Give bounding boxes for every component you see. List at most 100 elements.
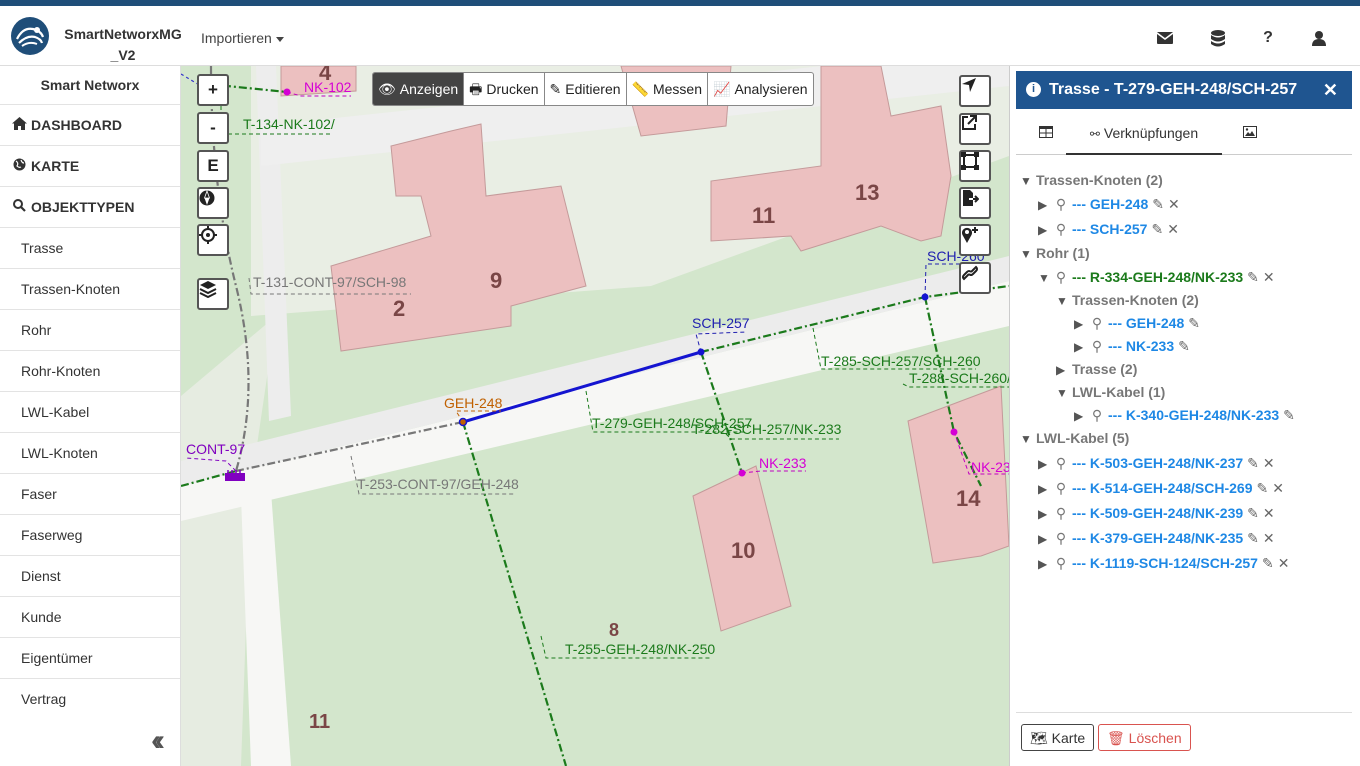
tree-item[interactable]: ▶ ⚲ --- K-509-GEH-248/NK-239 ✎ ✕: [1038, 502, 1275, 524]
export-file-button[interactable]: [959, 187, 991, 219]
pencil-icon[interactable]: ✎: [1262, 555, 1274, 571]
map-node-nk23x[interactable]: [950, 428, 958, 436]
tree-item[interactable]: ▶ ⚲ --- K-1119-SCH-124/SCH-257 ✎ ✕: [1038, 552, 1289, 574]
tree-item[interactable]: ▼ ⚲ --- R-334-GEH-248/NK-233 ✎ ✕: [1038, 266, 1275, 288]
sidebar-item-faser[interactable]: Faser: [0, 474, 180, 515]
double-chevron-left-icon[interactable]: ‹‹: [151, 724, 165, 758]
user-icon[interactable]: [1309, 28, 1329, 48]
close-icon[interactable]: ✕: [1263, 530, 1275, 546]
close-icon[interactable]: ✕: [1263, 269, 1275, 285]
select-area-button[interactable]: [959, 150, 991, 182]
sidebar-item-dashboard[interactable]: DASHBOARD: [0, 105, 180, 146]
sidebar-item-dienst[interactable]: Dienst: [0, 556, 180, 597]
map-canvas[interactable]: 4 13 11 9 2 14 10 8 11 NK-102 T-134-NK-1…: [181, 66, 1009, 766]
zoom-in-button[interactable]: +: [197, 74, 229, 106]
tree-group-lwl-kabel[interactable]: ▼ LWL-Kabel (5): [1020, 427, 1129, 449]
tab-table[interactable]: [1026, 114, 1066, 153]
tree-item-link[interactable]: --- K-503-GEH-248/NK-237: [1072, 455, 1243, 471]
sidebar-item-rohr[interactable]: Rohr: [0, 310, 180, 351]
tab-verknuepfungen[interactable]: ⚯ Verknüpfungen: [1066, 114, 1222, 155]
tree-item-link[interactable]: --- K-1119-SCH-124/SCH-257: [1072, 555, 1258, 571]
caret-right-icon[interactable]: ▶: [1074, 405, 1090, 427]
tree-group-rohr[interactable]: ▼ Rohr (1): [1020, 242, 1090, 264]
close-icon[interactable]: ✕: [1167, 221, 1179, 237]
caret-right-icon[interactable]: ▶: [1038, 194, 1054, 216]
caret-down-icon[interactable]: ▼: [1020, 170, 1036, 192]
pencil-icon[interactable]: ✎: [1257, 480, 1269, 496]
caret-right-icon[interactable]: ▶: [1038, 528, 1054, 550]
tree-item-link[interactable]: --- SCH-257: [1072, 221, 1147, 237]
layers-button[interactable]: [197, 278, 229, 310]
envelope-icon[interactable]: [1155, 28, 1175, 48]
import-dropdown[interactable]: Importieren: [201, 30, 284, 46]
tree-item-link[interactable]: --- K-340-GEH-248/NK-233: [1108, 407, 1279, 423]
edit-mode-button[interactable]: E: [197, 150, 229, 182]
brand-logo[interactable]: [11, 17, 49, 55]
toolbar-editieren[interactable]: ✎ Editieren: [545, 73, 627, 105]
close-icon[interactable]: ✕: [1278, 555, 1290, 571]
external-link-button[interactable]: [959, 113, 991, 145]
toolbar-analysieren[interactable]: 📈 Analysieren: [708, 73, 813, 105]
brand-name[interactable]: SmartNetworxMG _V2: [53, 24, 193, 66]
pencil-icon[interactable]: ✎: [1247, 530, 1259, 546]
toolbar-messen[interactable]: 📏 Messen: [627, 73, 708, 105]
tree-item-link[interactable]: --- GEH-248: [1108, 315, 1184, 331]
tree-item-link[interactable]: --- K-379-GEH-248/NK-235: [1072, 530, 1243, 546]
map-node-sch257[interactable]: [697, 348, 705, 356]
show-on-map-button[interactable]: 🗺 Karte: [1021, 724, 1095, 751]
tree-item[interactable]: ▶ ⚲ --- K-514-GEH-248/SCH-269 ✎ ✕: [1038, 477, 1284, 499]
tree-item[interactable]: ▶ ⚲ --- GEH-248 ✎ ✕: [1038, 193, 1180, 215]
close-icon[interactable]: ✕: [1263, 455, 1275, 471]
caret-down-icon[interactable]: ▼: [1038, 267, 1054, 289]
sidebar-item-lwl-knoten[interactable]: LWL-Knoten: [0, 433, 180, 474]
caret-right-icon[interactable]: ▶: [1038, 503, 1054, 525]
delete-button[interactable]: 🗑 Löschen: [1098, 724, 1191, 751]
close-icon[interactable]: ✕: [1272, 480, 1284, 496]
navigate-button[interactable]: [959, 75, 991, 107]
pencil-icon[interactable]: ✎: [1247, 455, 1259, 471]
close-icon[interactable]: ✕: [1323, 71, 1338, 109]
map-node-nk233[interactable]: [738, 469, 746, 477]
locate-button[interactable]: [197, 224, 229, 256]
caret-down-icon[interactable]: ▼: [1020, 243, 1036, 265]
caret-right-icon[interactable]: ▶: [1038, 553, 1054, 575]
map-node-sch260[interactable]: [921, 293, 929, 301]
map-node-nk102[interactable]: [283, 88, 291, 96]
tree-subgroup[interactable]: ▼ LWL-Kabel (1): [1056, 381, 1165, 403]
sidebar-item-objekttypen[interactable]: OBJEKTTYPEN: [0, 187, 180, 228]
caret-right-icon[interactable]: ▶: [1056, 359, 1072, 381]
tree-item[interactable]: ▶ ⚲ --- K-340-GEH-248/NK-233 ✎: [1074, 404, 1295, 426]
sidebar-item-trasse[interactable]: Trasse: [0, 228, 180, 269]
tree-subgroup[interactable]: ▼ Trassen-Knoten (2): [1056, 289, 1199, 311]
pencil-icon[interactable]: ✎: [1247, 505, 1259, 521]
pencil-icon[interactable]: ✎: [1283, 407, 1295, 423]
sidebar-item-lwl-kabel[interactable]: LWL-Kabel: [0, 392, 180, 433]
caret-right-icon[interactable]: ▶: [1038, 453, 1054, 475]
sidebar-item-eigentuemer[interactable]: Eigentümer: [0, 638, 180, 679]
sidebar-item-kunde[interactable]: Kunde: [0, 597, 180, 638]
sidebar-item-karte[interactable]: KARTE: [0, 146, 180, 187]
map-view[interactable]: 4 13 11 9 2 14 10 8 11 NK-102 T-134-NK-1…: [181, 66, 1009, 766]
tree-subgroup[interactable]: ▶ Trasse (2): [1056, 358, 1137, 380]
toolbar-anzeigen[interactable]: 👁 Anzeigen: [373, 73, 465, 105]
add-marker-button[interactable]: [959, 224, 991, 256]
toolbar-drucken[interactable]: 🖶 Drucken: [464, 73, 545, 105]
sidebar-item-rohr-knoten[interactable]: Rohr-Knoten: [0, 351, 180, 392]
caret-down-icon[interactable]: ▼: [1056, 382, 1072, 404]
caret-down-icon[interactable]: ▼: [1056, 290, 1072, 312]
pencil-icon[interactable]: ✎: [1247, 269, 1259, 285]
tab-image[interactable]: [1230, 114, 1270, 153]
caret-right-icon[interactable]: ▶: [1074, 336, 1090, 358]
database-icon[interactable]: [1208, 28, 1228, 48]
help-icon[interactable]: ?: [1258, 28, 1278, 48]
tree-item-link[interactable]: --- NK-233: [1108, 338, 1174, 354]
tree-item[interactable]: ▶ ⚲ --- GEH-248 ✎: [1074, 312, 1200, 334]
caret-right-icon[interactable]: ▶: [1038, 219, 1054, 241]
sidebar-item-trassen-knoten[interactable]: Trassen-Knoten: [0, 269, 180, 310]
sidebar-item-faserweg[interactable]: Faserweg: [0, 515, 180, 556]
tree-item-link[interactable]: --- K-509-GEH-248/NK-239: [1072, 505, 1243, 521]
close-icon[interactable]: ✕: [1168, 196, 1180, 212]
map-node-geh248[interactable]: [458, 417, 468, 427]
pencil-icon[interactable]: ✎: [1152, 196, 1164, 212]
caret-down-icon[interactable]: ▼: [1020, 428, 1036, 450]
